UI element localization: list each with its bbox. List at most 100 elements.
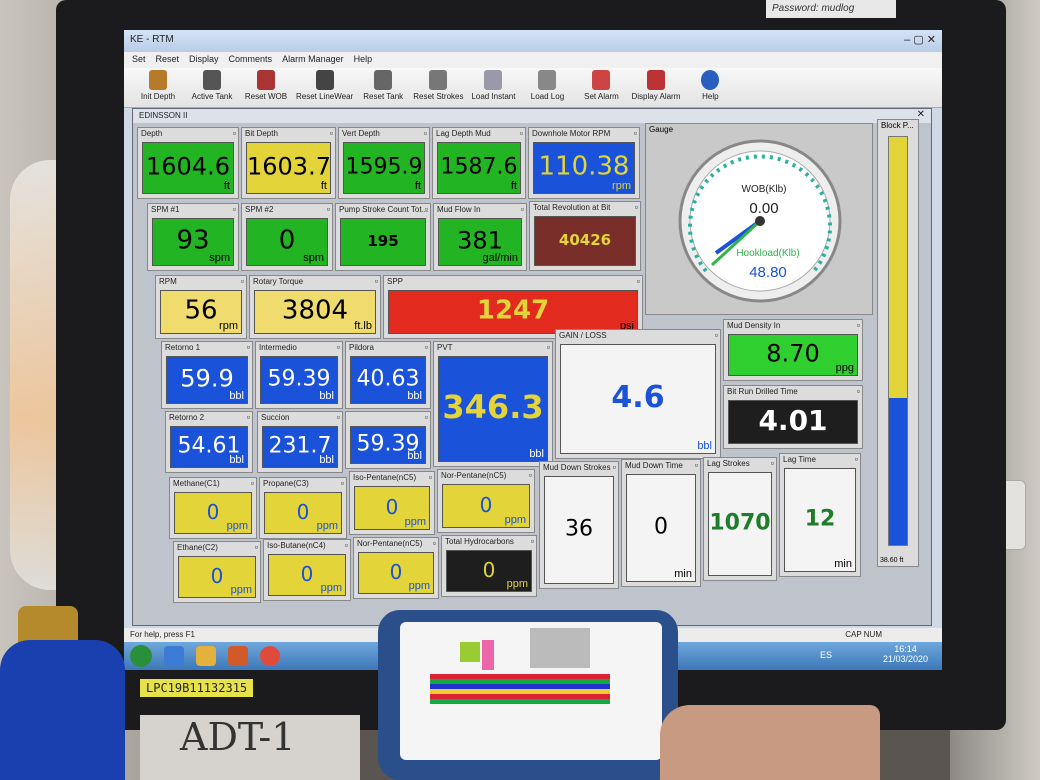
vert-depth-tile[interactable]: Vert Depth 1595.9ft [338, 127, 430, 199]
isopentane-tile[interactable]: Iso-Pentane(nC5)0ppm [349, 471, 435, 535]
help-label: Help [702, 92, 719, 101]
phone-tile-grey [530, 628, 590, 668]
nbutane-tile[interactable]: Nor-Pentane(nC5)0ppm [353, 537, 439, 599]
npentane-tile[interactable]: Nor-Pentane(nC5)0ppm [437, 469, 535, 533]
clock[interactable]: 16:14 21/03/2020 [883, 644, 928, 664]
menu-alarm-manager[interactable]: Alarm Manager [282, 54, 344, 66]
unit: ppm [504, 514, 526, 526]
pvt-tile[interactable]: PVT 346.3 bbl [433, 341, 553, 467]
blue-bottle [0, 640, 125, 780]
mud-down-strokes-tile[interactable]: Mud Down Strokes 36 [539, 461, 619, 589]
active-tank-button[interactable]: Active Tank [188, 70, 236, 101]
retorno1-value: 59.9 [180, 364, 234, 393]
retorno2-tile[interactable]: Retorno 254.61bbl [165, 411, 253, 473]
set-alarm-label: Set Alarm [584, 92, 619, 101]
chrome-icon[interactable] [260, 646, 280, 666]
total-hc-tile[interactable]: Total Hydrocarbons0ppm [441, 535, 537, 597]
block-position-bar[interactable]: Block P... 38.60 ft [877, 119, 919, 567]
succion-tile[interactable]: Succion231.7bbl [257, 411, 343, 473]
pildora-tile[interactable]: Pildora 40.63bbl [345, 341, 431, 409]
unit: ppm [506, 578, 528, 590]
unit: min [834, 558, 852, 570]
language-indicator[interactable]: ES [820, 650, 832, 660]
reset-tank-label: Reset Tank [363, 92, 404, 101]
menu-help[interactable]: Help [354, 54, 373, 66]
intermedio-value: 59.39 [267, 366, 331, 392]
retorno1-tile[interactable]: Retorno 1 59.9bbl [161, 341, 253, 409]
rpm-tile[interactable]: RPM56rpm [155, 275, 247, 339]
unit: bbl [407, 390, 422, 402]
gauge-tile[interactable]: Gauge WOB(Klb) 0.00 Hookload(Klb) 48.80 [645, 123, 873, 315]
load-instant-button[interactable]: Load Instant [469, 70, 517, 101]
bit-depth-value: 1603.7 [247, 152, 331, 181]
motor-rpm-value: 110.38 [538, 151, 630, 182]
block-fill [889, 398, 907, 545]
tile-label: Intermedio [256, 342, 342, 354]
spm1-tile[interactable]: SPM #1 93spm [147, 203, 239, 271]
reset-tank-button[interactable]: Reset Tank [359, 70, 407, 101]
menu-set[interactable]: Set [132, 54, 146, 66]
ethane-tile[interactable]: Ethane(C2)0ppm [173, 541, 261, 603]
depth-tile[interactable]: Depth 1604.6ft [137, 127, 239, 199]
ie-icon[interactable] [164, 646, 184, 666]
mud-flow-tile[interactable]: Mud Flow In 381gal/min [433, 203, 527, 271]
weight-icon [257, 70, 275, 90]
lag-strokes-tile[interactable]: Lag Strokes 1070 [703, 457, 777, 581]
serial-sticker: LPC19B11132315 [140, 679, 254, 697]
spm2-tile[interactable]: SPM #2 0 spm [241, 203, 333, 271]
help-button[interactable]: Help [686, 70, 734, 101]
mud-flow-value: 381 [457, 226, 503, 255]
tile-label: Pump Stroke Count Tot... [336, 204, 430, 216]
unit: ppm [316, 520, 338, 532]
lag-time-tile[interactable]: Lag Time 12 min [779, 453, 861, 577]
tank-icon [203, 70, 221, 90]
init-depth-button[interactable]: Init Depth [134, 70, 182, 101]
tile-label: Retorno 1 [162, 342, 252, 354]
pump-count-tile[interactable]: Pump Stroke Count Tot... 195 [335, 203, 431, 271]
depth-icon [149, 70, 167, 90]
tile-label: Nor-Pentane(nC5) [354, 538, 438, 550]
gain-loss-tile[interactable]: GAIN / LOSS 4.6 bbl [555, 329, 721, 459]
methane-tile[interactable]: Methane(C1)0ppm [169, 477, 257, 539]
isobutane-tile[interactable]: Iso-Butane(nC4)0ppm [263, 539, 351, 601]
reset-wob-button[interactable]: Reset WOB [242, 70, 290, 101]
load-log-button[interactable]: Load Log [523, 70, 571, 101]
depth-value: 1604.6 [146, 152, 230, 181]
reset-linewear-button[interactable]: Reset LineWear [296, 70, 353, 101]
menu-reset[interactable]: Reset [156, 54, 180, 66]
torque-tile[interactable]: Rotary Torque3804ft.lb [249, 275, 381, 339]
bit-depth-tile[interactable]: Bit Depth 1603.7ft [241, 127, 336, 199]
well-name: EDINSSON II [139, 111, 188, 120]
total-rev-tile[interactable]: Total Revolution at Bit 40426 [529, 201, 641, 271]
unit: bbl [319, 390, 334, 402]
gain-loss-value: 4.6 [611, 379, 665, 415]
start-button[interactable] [130, 645, 152, 667]
mud-down-time-value: 0 [654, 514, 668, 540]
menu-display[interactable]: Display [189, 54, 219, 66]
tile-label: Mud Density In [724, 320, 862, 332]
window-controls[interactable]: ‒ ▢ ✕ [904, 33, 936, 46]
display-alarm-button[interactable]: Display Alarm [631, 70, 680, 101]
bit-run-tile[interactable]: Bit Run Drilled Time 4.01 [723, 385, 863, 449]
unit: bbl [319, 454, 334, 466]
tank7-tile[interactable]: 59.39bbl [345, 411, 431, 469]
mud-density-tile[interactable]: Mud Density In8.70ppg [723, 319, 863, 381]
active-tank-label: Active Tank [191, 92, 233, 101]
tile-label: Total Revolution at Bit [530, 202, 640, 214]
intermedio-tile[interactable]: Intermedio 59.39bbl [255, 341, 343, 409]
folder-icon[interactable] [196, 646, 216, 666]
total-rev-value: 40426 [558, 231, 612, 250]
reset-strokes-button[interactable]: Reset Strokes [413, 70, 463, 101]
spm1-value: 93 [176, 225, 210, 256]
set-alarm-button[interactable]: Set Alarm [577, 70, 625, 101]
propane-tile[interactable]: Propane(C3)0ppm [259, 477, 347, 539]
menu-comments[interactable]: Comments [229, 54, 273, 66]
window-titlebar: KE - RTM ‒ ▢ ✕ [124, 30, 942, 52]
lag-time-value: 12 [804, 506, 836, 532]
unit: rpm [612, 180, 631, 192]
motor-rpm-tile[interactable]: Downhole Motor RPM 110.38rpm [528, 127, 640, 199]
media-icon[interactable] [228, 646, 248, 666]
lag-depth-tile[interactable]: Lag Depth Mud 1587.6ft [432, 127, 526, 199]
mud-down-time-tile[interactable]: Mud Down Time 0 min [621, 459, 701, 587]
unit: spm [209, 252, 230, 264]
